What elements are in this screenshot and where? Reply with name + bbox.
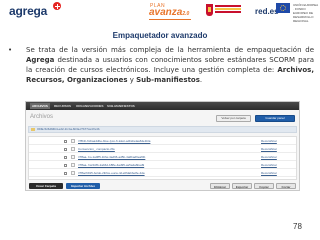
file-row[interactable]: 7/f8aa- hw/1t8b-2ab6d-b8ffe-4ad95-as5a4a… bbox=[29, 162, 296, 169]
folder-path: ODE-5c6d94b4-e22-11 ba-8c3a-f7b77ce47e4b bbox=[37, 127, 100, 131]
description-paragraph: Se trata de la versión más compleja de l… bbox=[26, 46, 314, 84]
file-icon bbox=[71, 155, 75, 159]
file-list: 7/8bfc-6cbaa4dbe-blue-lyco-6-lokot-a/dis… bbox=[28, 136, 297, 180]
file-checkbox[interactable] bbox=[64, 140, 67, 143]
file-icon bbox=[71, 171, 75, 175]
file-icon bbox=[71, 139, 75, 143]
agrega-plus-icon bbox=[53, 2, 61, 10]
file-checkbox[interactable] bbox=[64, 172, 67, 175]
page-number: 78 bbox=[293, 222, 302, 231]
file-row[interactable]: 7/f8aa- bo-1a0ff5-1bfw-4ad96-ad5b-4a6bad… bbox=[29, 154, 296, 161]
delete-button[interactable]: Eliminar bbox=[210, 183, 230, 189]
tab-bar: ARCHIVOS RECURSOS ORGANIZACIONES SUB-MAN… bbox=[26, 102, 299, 110]
file-name[interactable]: 7/8bfc-6cbaa4dbe-blue-lyco-6-lokot-a/dis… bbox=[78, 138, 150, 145]
file-name[interactable]: Convencion_ compacto.zlfe bbox=[78, 146, 115, 153]
tab-archivos[interactable]: ARCHIVOS bbox=[30, 103, 50, 109]
section-heading: Archivos bbox=[30, 114, 54, 120]
file-name[interactable]: 7/f8ac6915-boldo-2ibfce-euca-ni1e0fdabbe… bbox=[78, 170, 145, 177]
gobierno-flag-bar bbox=[215, 8, 241, 10]
folder-icon bbox=[31, 128, 35, 131]
plan-avanza-logo: avanza2.0 bbox=[149, 7, 190, 18]
eu-caption: UNIÓN EUROPEA · FONDO EUROPEO DE DESARRO… bbox=[293, 3, 319, 23]
file-name[interactable]: 7/f8aa- hw/1t8b-2ab6d-b8ffe-4ad95-as5a4a… bbox=[78, 162, 144, 169]
import-file-button[interactable]: Importar Archivo bbox=[66, 183, 100, 189]
cut-button[interactable]: Cortar bbox=[276, 183, 296, 189]
file-checkbox[interactable] bbox=[64, 148, 67, 151]
back-to-folder-button[interactable]: Volver por carpeta bbox=[216, 115, 251, 122]
create-folder-button[interactable]: Crear Carpeta bbox=[29, 183, 63, 189]
export-button[interactable]: Exportar bbox=[232, 183, 252, 189]
slide-title: Empaquetador avanzado bbox=[112, 31, 208, 40]
file-row[interactable]: 7/8bfc-6cbaa4dbe-blue-lyco-6-lokot-a/dis… bbox=[29, 138, 296, 145]
recursificar-link[interactable]: Recursificar bbox=[261, 146, 277, 153]
file-icon bbox=[71, 163, 75, 167]
agrega-logo: agrega bbox=[9, 4, 48, 18]
tab-submanifiestos[interactable]: SUB-MANIFIESTOS bbox=[105, 103, 137, 109]
file-checkbox[interactable] bbox=[64, 164, 67, 167]
agrega-keyword: Agrega bbox=[26, 56, 55, 64]
gobierno-flag-bar bbox=[215, 11, 241, 13]
plan-avanza-underline bbox=[149, 19, 191, 20]
bullet-marker: • bbox=[8, 46, 13, 54]
save-panel-button[interactable]: Guardar panel bbox=[255, 115, 295, 122]
file-checkbox[interactable] bbox=[64, 156, 67, 159]
recursificar-link[interactable]: Recursificar bbox=[261, 162, 277, 169]
gobierno-shield-icon bbox=[206, 4, 213, 16]
tab-organizaciones[interactable]: ORGANIZACIONES bbox=[74, 103, 106, 109]
eu-flag-icon bbox=[276, 3, 290, 13]
header-bar: agrega PLAN avanza2.0 red.es UNIÓN EUROP… bbox=[0, 0, 320, 24]
recursificar-link[interactable]: Recursificar bbox=[261, 154, 277, 161]
file-name[interactable]: 7/f8aa- bo-1a0ff5-1bfw-4ad96-ad5b-4a6bad… bbox=[78, 154, 145, 161]
submanifests-keyword: Sub-manifiestos bbox=[136, 76, 200, 84]
file-row[interactable]: Convencion_ compacto.zlfe Recursificar bbox=[29, 146, 296, 153]
app-screenshot: ARCHIVOS RECURSOS ORGANIZACIONES SUB-MAN… bbox=[25, 101, 300, 191]
tab-recursos[interactable]: RECURSOS bbox=[52, 103, 73, 109]
gobierno-flag-bar bbox=[215, 5, 241, 7]
copy-button[interactable]: Copiar bbox=[254, 183, 274, 189]
file-row[interactable]: 7/f8ac6915-boldo-2ibfce-euca-ni1e0fdabbe… bbox=[29, 170, 296, 177]
folder-path-row[interactable]: ODE-5c6d94b4-e22-11 ba-8c3a-f7b77ce47e4b bbox=[28, 126, 297, 133]
recursificar-link[interactable]: Recursificar bbox=[261, 138, 277, 145]
file-icon bbox=[71, 147, 75, 151]
recursificar-link[interactable]: Recursificar bbox=[261, 170, 277, 177]
